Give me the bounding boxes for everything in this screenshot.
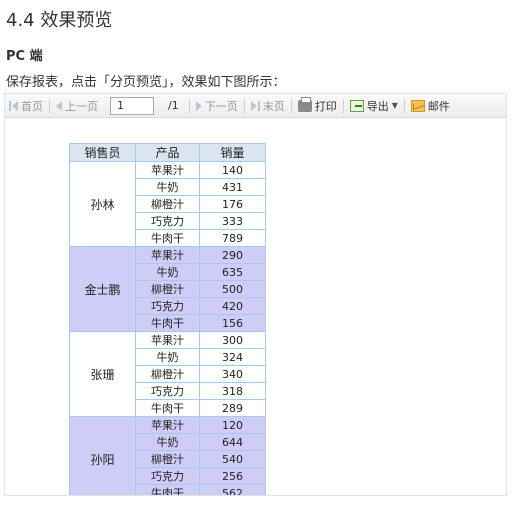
toolbar-divider xyxy=(342,98,344,113)
prev-page-button[interactable]: 上一页 xyxy=(52,94,102,118)
product-cell: 牛肉干 xyxy=(135,399,200,417)
quantity-cell: 300 xyxy=(199,331,266,349)
first-page-button[interactable]: 首页 xyxy=(5,94,47,118)
print-button[interactable]: 打印 xyxy=(294,94,341,118)
table-row: 孙阳 苹果汁 120 xyxy=(69,416,266,495)
export-button[interactable]: 导出 ▼ xyxy=(346,94,402,118)
table-row: 金士鹏 苹果汁 290 xyxy=(69,246,266,332)
product-cell: 柳橙汁 xyxy=(135,280,200,298)
quantity-cell: 290 xyxy=(199,246,266,264)
report-preview: 首页 上一页 /1 下一页 末页 打印 导出 ▼ xyxy=(4,93,507,496)
pagination-toolbar: 首页 上一页 /1 下一页 末页 打印 导出 ▼ xyxy=(5,94,506,118)
toolbar-divider xyxy=(243,98,245,113)
quantity-cell: 635 xyxy=(199,263,266,281)
quantity-cell: 789 xyxy=(199,229,266,247)
salesperson-cell: 孙林 xyxy=(69,161,136,247)
quantity-cell: 176 xyxy=(199,195,266,213)
product-cell: 牛奶 xyxy=(135,433,200,451)
quantity-cell: 120 xyxy=(199,416,266,434)
product-cell: 柳橙汁 xyxy=(135,195,200,213)
product-cell: 牛奶 xyxy=(135,263,200,281)
salesperson-cell: 张珊 xyxy=(69,331,136,417)
product-cell: 牛奶 xyxy=(135,348,200,366)
table-row: 孙林 苹果汁 140 xyxy=(69,161,266,247)
product-cell: 巧克力 xyxy=(135,212,200,230)
next-page-button[interactable]: 下一页 xyxy=(192,94,242,118)
mail-icon xyxy=(410,99,425,112)
page-number-input[interactable] xyxy=(110,96,154,115)
quantity-cell: 420 xyxy=(199,297,266,315)
quantity-cell: 156 xyxy=(199,314,266,332)
sales-report-table: 销售员 产品 销量 孙林 苹果汁 140 牛奶 431 柳橙汁 176 巧克力 333… xyxy=(69,143,266,495)
product-cell: 巧克力 xyxy=(135,467,200,485)
toolbar-divider xyxy=(49,98,50,113)
quantity-cell: 431 xyxy=(199,178,266,196)
product-cell: 苹果汁 xyxy=(135,331,200,349)
product-cell: 柳橙汁 xyxy=(135,450,200,468)
quantity-cell: 340 xyxy=(199,365,266,383)
salesperson-cell: 金士鹏 xyxy=(69,246,136,332)
quantity-cell: 562 xyxy=(199,484,266,495)
table-row: 张珊 苹果汁 300 xyxy=(69,331,266,417)
last-page-button[interactable]: 末页 xyxy=(247,94,289,118)
quantity-cell: 289 xyxy=(199,399,266,417)
section-heading: 4.4 效果预览 xyxy=(6,10,113,31)
toolbar-divider xyxy=(290,98,292,113)
salesperson-cell: 孙阳 xyxy=(69,416,136,495)
next-page-icon xyxy=(195,100,202,111)
product-cell: 牛肉干 xyxy=(135,229,200,247)
quantity-cell: 140 xyxy=(199,161,266,179)
toolbar-divider xyxy=(403,98,405,113)
quantity-cell: 500 xyxy=(199,280,266,298)
first-page-icon xyxy=(9,100,11,111)
product-cell: 巧克力 xyxy=(135,382,200,400)
product-cell: 苹果汁 xyxy=(135,416,200,434)
quantity-cell: 540 xyxy=(199,450,266,468)
subsection-heading: PC 端 xyxy=(6,49,43,64)
export-icon xyxy=(349,99,364,112)
last-page-icon xyxy=(250,100,257,111)
column-header-product: 产品 xyxy=(135,143,200,162)
toolbar-divider xyxy=(188,98,190,113)
quantity-cell: 644 xyxy=(199,433,266,451)
printer-icon xyxy=(297,96,312,112)
quantity-cell: 256 xyxy=(199,467,266,485)
column-header-quantity: 销量 xyxy=(199,143,266,162)
product-cell: 柳橙汁 xyxy=(135,365,200,383)
product-cell: 牛肉干 xyxy=(135,314,200,332)
quantity-cell: 333 xyxy=(199,212,266,230)
prev-page-icon xyxy=(56,100,62,111)
product-cell: 苹果汁 xyxy=(135,161,200,179)
product-cell: 苹果汁 xyxy=(135,246,200,264)
product-cell: 牛肉干 xyxy=(135,484,200,495)
page-total: /1 xyxy=(168,99,179,112)
quantity-cell: 318 xyxy=(199,382,266,400)
chevron-down-icon: ▼ xyxy=(391,101,398,110)
product-cell: 牛奶 xyxy=(135,178,200,196)
quantity-cell: 324 xyxy=(199,348,266,366)
mail-button[interactable]: 邮件 xyxy=(407,94,454,118)
product-cell: 巧克力 xyxy=(135,297,200,315)
instruction-text: 保存报表，点击「分页预览」，效果如下图所示： xyxy=(6,75,286,90)
column-header-salesperson: 销售员 xyxy=(69,143,136,162)
